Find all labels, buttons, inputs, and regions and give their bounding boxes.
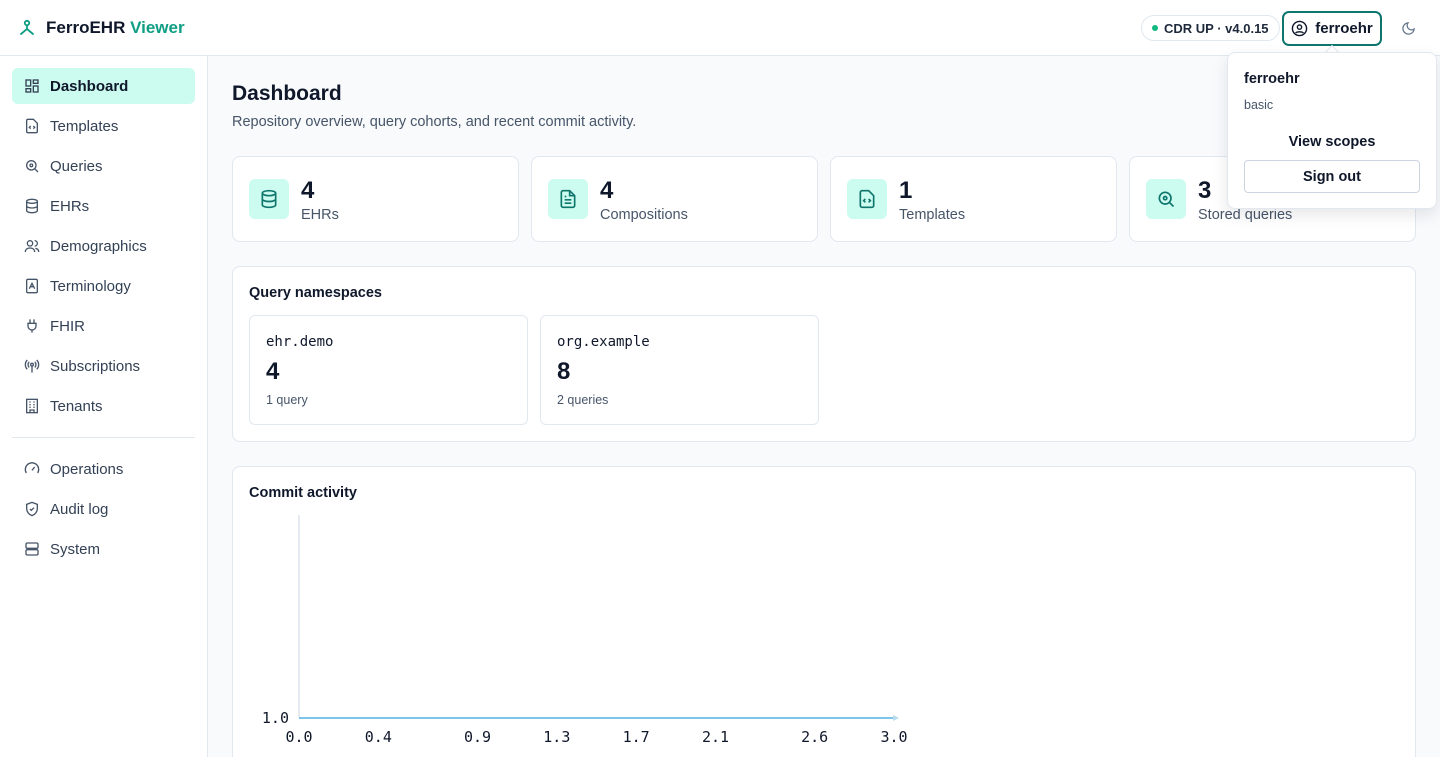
sidebar-item-ehrs[interactable]: EHRs [12, 188, 195, 224]
dropdown-username: ferroehr [1244, 71, 1300, 87]
namespace-name: org.example [557, 334, 650, 350]
sidebar-item-label: Subscriptions [50, 357, 141, 375]
chart-x-tick-label: 2.1 [702, 728, 729, 746]
gauge-icon [24, 462, 40, 474]
query-icon [26, 160, 39, 173]
commit-activity-chart: 1.00.0 0.4 0.9 1.3 1.7 2.1 2.6 3.0 [262, 515, 908, 746]
building-icon [26, 398, 38, 414]
logo-icon [20, 19, 34, 35]
sidebar-item-tenants[interactable]: Tenants [12, 388, 195, 424]
sidebar-item-label: Operations [50, 460, 124, 478]
chart-x-tick-label: 1.7 [623, 728, 650, 746]
panel-title: Query namespaces [249, 285, 382, 301]
document-icon [548, 179, 588, 219]
brand-accent: Viewer [130, 18, 185, 37]
namespace-query-count: 2 queries [557, 393, 609, 407]
stat-value: 1 [899, 177, 913, 204]
user-menu-button[interactable]: ferroehr [1282, 11, 1382, 46]
namespace-count: 8 [557, 358, 571, 385]
commit-activity-panel: Commit activity 1.0 0.0 0.4 0.9 1.3 1.7 2.1 2.6… [232, 466, 1416, 757]
dashboard-icon [25, 79, 39, 93]
plug-icon [27, 319, 37, 333]
sidebar-item-system[interactable]: System [12, 531, 195, 567]
template-icon [26, 118, 38, 134]
stat-label: Templates [899, 207, 966, 223]
stat-value: 3 [1198, 177, 1212, 204]
book-icon [26, 278, 38, 294]
chart-x-tick-label: 0.0 [285, 728, 312, 746]
sidebar-item-terminology[interactable]: Terminology [12, 268, 195, 304]
sidebar-item-label: Terminology [50, 277, 131, 295]
sidebar-item-label: Dashboard [50, 77, 129, 95]
namespace-query-count: 1 query [266, 393, 308, 407]
view-scopes-button[interactable]: View scopes [1244, 127, 1420, 157]
stat-label: EHRs [301, 207, 339, 223]
database-icon [26, 198, 38, 214]
status-dot-icon [1152, 25, 1158, 31]
top-bar: FerroEHR Viewer CDR UP · v4.0.15 ferroeh… [0, 0, 1440, 56]
chart-y-tick-label: 1.0 [262, 709, 289, 727]
page-title: Dashboard [232, 82, 342, 105]
chart-arrow-marker [893, 715, 899, 721]
sidebar-item-templates[interactable]: Templates [12, 108, 195, 144]
namespace-card[interactable]: ehr.demo 4 1 query [249, 315, 528, 425]
dropdown-role: basic [1244, 98, 1274, 112]
user-circle-icon [1291, 20, 1308, 37]
sidebar-item-label: EHRs [50, 197, 90, 215]
template-icon [847, 179, 887, 219]
sidebar-item-label: Demographics [50, 237, 147, 255]
sidebar-item-label: FHIR [50, 317, 85, 335]
brand[interactable]: FerroEHR Viewer [18, 18, 185, 38]
user-menu-label: ferroehr [1315, 20, 1373, 37]
chart-x-tick-label: 0.9 [464, 728, 491, 746]
namespace-name: ehr.demo [266, 334, 334, 350]
sidebar-item-demographics[interactable]: Demographics [12, 228, 195, 264]
chart-x-tick-label: 0.4 [365, 728, 392, 746]
sidebar-item-subscriptions[interactable]: Subscriptions [12, 348, 195, 384]
sidebar-divider [12, 437, 195, 438]
stat-label: Stored queries [1198, 207, 1293, 223]
status-badge: CDR UP · v4.0.15 [1141, 15, 1280, 41]
namespace-count: 4 [266, 358, 280, 385]
page-subtitle: Repository overview, query cohorts, and … [232, 114, 637, 130]
namespace-card[interactable]: org.example 8 2 queries [540, 315, 819, 425]
sidebar-item-queries[interactable]: Queries [12, 148, 195, 184]
chart-x-tick-label: 2.6 [801, 728, 828, 746]
sidebar-item-dashboard[interactable]: Dashboard [12, 68, 195, 104]
stat-label: Compositions [600, 207, 688, 223]
user-dropdown-menu: ferroehr basic View scopes Sign out [1227, 52, 1437, 209]
brand-name: FerroEHR [46, 18, 126, 37]
chart-x-tick-label: 1.3 [543, 728, 570, 746]
stat-card-templates[interactable]: 1 Templates [830, 156, 1117, 242]
sidebar-item-label: Queries [50, 157, 103, 175]
sidebar: Dashboard Templates Queries EHRs Demogra… [0, 56, 208, 757]
sidebar-item-fhir[interactable]: FHIR [12, 308, 195, 344]
shield-icon [26, 501, 38, 517]
chart-x-tick-label: 3.0 [880, 728, 907, 746]
status-text: CDR UP · v4.0.15 [1164, 20, 1269, 36]
stat-value: 4 [301, 177, 315, 204]
database-icon [249, 179, 289, 219]
moon-icon [1401, 21, 1415, 35]
sign-out-button[interactable]: Sign out [1244, 160, 1420, 193]
query-namespaces-panel: Query namespaces ehr.demo 4 1 query org.… [232, 266, 1416, 442]
theme-toggle-button[interactable] [1396, 16, 1420, 40]
sidebar-item-label: System [50, 540, 101, 558]
query-icon [1146, 179, 1186, 219]
stat-value: 4 [600, 177, 614, 204]
stat-card-ehrs[interactable]: 4 EHRs [232, 156, 519, 242]
sidebar-item-label: Audit log [50, 500, 109, 518]
sidebar-item-audit-log[interactable]: Audit log [12, 491, 195, 527]
sidebar-item-label: Templates [50, 117, 119, 135]
sidebar-item-operations[interactable]: Operations [12, 451, 195, 487]
stat-card-compositions[interactable]: 4 Compositions [531, 156, 818, 242]
broadcast-icon [24, 359, 40, 373]
users-icon [24, 240, 40, 253]
server-icon [25, 542, 39, 556]
sidebar-item-label: Tenants [50, 397, 103, 415]
